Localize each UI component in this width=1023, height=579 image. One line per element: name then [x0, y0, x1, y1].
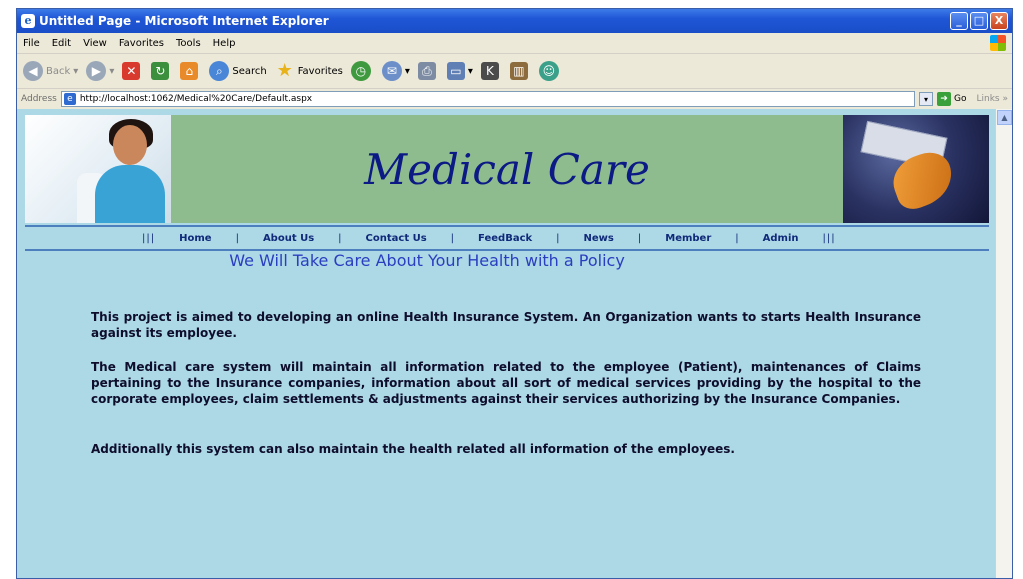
edit-icon: ▭: [446, 62, 465, 80]
nav-separator: |: [338, 232, 342, 244]
description-paragraph: The Medical care system will maintain al…: [91, 360, 921, 406]
search-icon: ⌕: [209, 61, 230, 81]
address-label: Address: [21, 94, 57, 104]
mail-icon: ✉: [381, 61, 402, 81]
site-logo-text: Medical Care: [364, 144, 650, 194]
forward-dropdown-icon: ▾: [109, 65, 115, 77]
messenger-icon: ☺: [538, 61, 559, 81]
vertical-scrollbar[interactable]: ▲: [995, 109, 1012, 578]
search-button[interactable]: ⌕ Search: [209, 61, 267, 81]
nav-separator: |: [735, 232, 739, 244]
menu-edit[interactable]: Edit: [52, 38, 71, 49]
edit-button[interactable]: ▭ ▾: [446, 62, 473, 80]
print-button[interactable]: ⎙: [417, 62, 439, 80]
edit-dropdown-icon: ▾: [467, 65, 473, 77]
ie-icon: e: [21, 14, 35, 28]
back-arrow-icon: ◀: [23, 61, 43, 81]
home-button[interactable]: ⌂: [180, 62, 201, 80]
back-button[interactable]: ◀ Back ▾: [23, 61, 78, 81]
search-label: Search: [232, 65, 267, 77]
mail-button[interactable]: ✉ ▾: [381, 61, 410, 81]
stop-icon: ✕: [122, 62, 141, 80]
links-button[interactable]: Links »: [977, 94, 1009, 104]
print-icon: ⎙: [417, 62, 436, 80]
favorites-label: Favorites: [297, 65, 343, 77]
nav-separator: |: [235, 232, 239, 244]
additional-paragraph: Additionally this system can also mainta…: [91, 442, 735, 456]
menu-tools[interactable]: Tools: [176, 38, 201, 49]
address-url: http://localhost:1062/Medical%20Care/Def…: [79, 94, 313, 104]
stop-button[interactable]: ✕: [122, 62, 143, 80]
address-dropdown-icon[interactable]: ▾: [919, 92, 934, 106]
discuss-button[interactable]: K: [480, 62, 502, 80]
discuss-icon: K: [480, 62, 499, 80]
nurse-image: [25, 115, 171, 223]
mail-dropdown-icon: ▾: [404, 65, 410, 77]
research-icon: ▥: [509, 62, 528, 80]
scroll-up-arrow-icon[interactable]: ▲: [997, 110, 1012, 125]
favorites-button[interactable]: ★ Favorites: [275, 61, 343, 81]
standard-toolbar: ◀ Back ▾ ▶ ▾ ✕ ↻ ⌂ ⌕ Search ★ Favorites …: [17, 54, 1012, 89]
back-label: Back: [46, 65, 71, 77]
nav-edge-left: |||: [142, 232, 156, 244]
go-button[interactable]: ➜ Go: [937, 92, 967, 106]
page-content: Medical Care ||| Home | About Us | Conta…: [17, 109, 997, 578]
menu-bar: File Edit View Favorites Tools Help: [17, 33, 1012, 54]
nav-separator: |: [556, 232, 560, 244]
nav-separator: |: [450, 232, 455, 244]
home-icon: ⌂: [180, 62, 199, 80]
messenger-button[interactable]: ☺: [538, 61, 562, 81]
nav-member[interactable]: Member: [665, 233, 711, 244]
menu-view[interactable]: View: [83, 38, 107, 49]
insurance-card-image: [843, 115, 989, 223]
menu-help[interactable]: Help: [213, 38, 236, 49]
address-bar: Address e http://localhost:1062/Medical%…: [17, 89, 1012, 110]
forward-button[interactable]: ▶ ▾: [86, 61, 114, 81]
maximize-button[interactable]: □: [970, 12, 988, 30]
refresh-button[interactable]: ↻: [151, 62, 172, 80]
intro-paragraph: This project is aimed to developing an o…: [91, 310, 921, 340]
nav-separator: |: [637, 232, 642, 244]
nav-edge-right: |||: [822, 232, 836, 244]
nav-about-us[interactable]: About Us: [263, 233, 314, 244]
nav-contact-us[interactable]: Contact Us: [366, 233, 427, 244]
nav-bar: ||| Home | About Us | Contact Us | FeedB…: [25, 225, 989, 251]
history-button[interactable]: ◷: [350, 61, 374, 81]
page-headline: We Will Take Care About Your Health with…: [229, 251, 625, 270]
links-label: Links: [976, 94, 1000, 104]
browser-window: e Untitled Page - Microsoft Internet Exp…: [16, 8, 1013, 579]
window-title: Untitled Page - Microsoft Internet Explo…: [39, 14, 329, 28]
title-bar[interactable]: e Untitled Page - Microsoft Internet Exp…: [17, 9, 1012, 33]
forward-arrow-icon: ▶: [86, 61, 107, 81]
nav-news[interactable]: News: [584, 233, 614, 244]
page-icon: e: [63, 93, 76, 105]
minimize-button[interactable]: _: [950, 12, 968, 30]
menu-file[interactable]: File: [23, 38, 40, 49]
refresh-icon: ↻: [151, 62, 170, 80]
nav-feedback[interactable]: FeedBack: [478, 233, 532, 244]
menu-favorites[interactable]: Favorites: [119, 38, 164, 49]
windows-logo-icon: [990, 35, 1006, 51]
nav-admin[interactable]: Admin: [763, 233, 799, 244]
address-input[interactable]: e http://localhost:1062/Medical%20Care/D…: [60, 91, 916, 107]
back-dropdown-icon: ▾: [73, 65, 79, 77]
star-icon: ★: [276, 60, 293, 81]
history-icon: ◷: [350, 61, 371, 81]
go-label: Go: [954, 94, 967, 104]
close-button[interactable]: X: [990, 12, 1008, 30]
go-arrow-icon: ➜: [937, 92, 952, 106]
header-banner: Medical Care: [25, 115, 989, 223]
nav-home[interactable]: Home: [179, 233, 211, 244]
research-button[interactable]: ▥: [509, 62, 531, 80]
